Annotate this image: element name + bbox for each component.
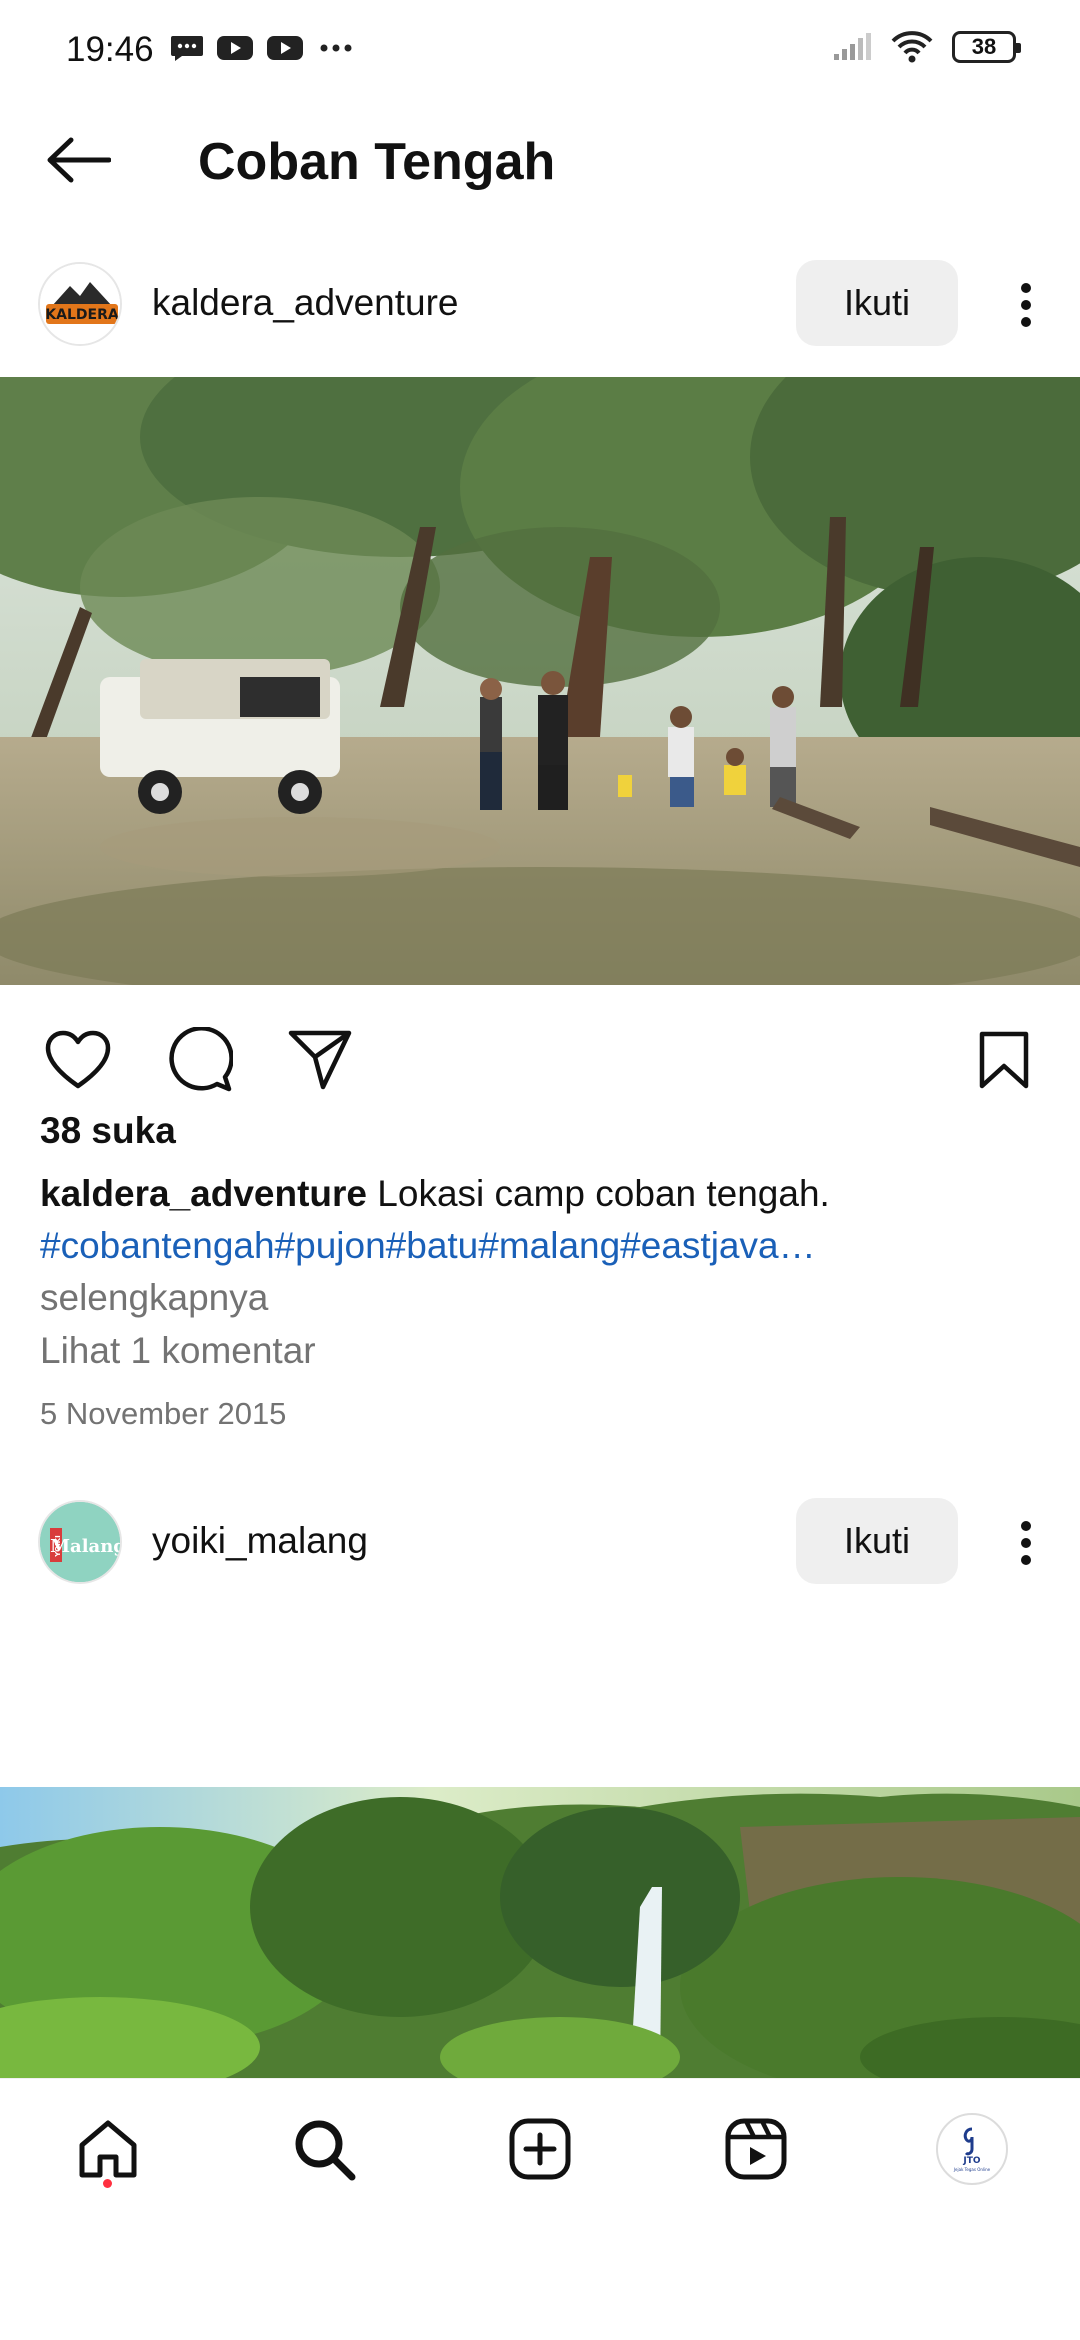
profile-avatar-text: JTO bbox=[962, 2156, 980, 2166]
share-icon bbox=[288, 1030, 352, 1090]
more-vertical-icon bbox=[1021, 1521, 1031, 1565]
nav-create[interactable] bbox=[500, 2109, 580, 2189]
back-button[interactable] bbox=[40, 130, 116, 190]
add-icon bbox=[509, 2118, 571, 2180]
more-options-button[interactable] bbox=[998, 1508, 1054, 1578]
nav-reels[interactable] bbox=[716, 2109, 796, 2189]
more-vertical-icon bbox=[1021, 283, 1031, 327]
home-notification-dot bbox=[103, 2179, 112, 2188]
home-icon bbox=[79, 2120, 137, 2178]
bookmark-icon bbox=[979, 1031, 1029, 1089]
post-date: 5 November 2015 bbox=[40, 1396, 287, 1431]
battery-level: 38 bbox=[971, 34, 997, 59]
nav-profile[interactable]: JTO Jejak Tegas Online bbox=[932, 2109, 1012, 2189]
search-icon bbox=[295, 2120, 356, 2181]
status-bar: 19:46 38 bbox=[0, 0, 1080, 100]
profile-avatar-subtext: Jejak Tegas Online bbox=[953, 2167, 991, 2172]
save-button[interactable] bbox=[964, 1020, 1044, 1100]
yoiki-malang-logo: YOIKI Malang bbox=[40, 1502, 122, 1582]
avatar[interactable]: KALDERA bbox=[38, 262, 122, 346]
kaldera-logo: KALDERA bbox=[40, 264, 120, 344]
avatar-logo-text: KALDERA bbox=[45, 307, 119, 323]
status-time: 19:46 bbox=[66, 30, 154, 69]
message-icon bbox=[171, 36, 203, 61]
avatar-logo-text: Malang bbox=[50, 1536, 122, 1557]
username[interactable]: yoiki_malang bbox=[152, 1520, 368, 1562]
avatar[interactable]: YOIKI Malang bbox=[38, 1500, 122, 1584]
view-comments-link[interactable]: Lihat 1 komentar bbox=[40, 1330, 316, 1372]
post-image[interactable] bbox=[0, 1787, 1080, 2078]
post-actions bbox=[0, 1010, 1080, 1110]
comment-button[interactable] bbox=[160, 1020, 240, 1100]
caption-username[interactable]: kaldera_adventure bbox=[40, 1173, 367, 1214]
status-system-icons: 38 bbox=[832, 30, 1021, 64]
more-options-button[interactable] bbox=[998, 270, 1054, 340]
caption-more-link[interactable]: selengkapnya bbox=[40, 1272, 1050, 1324]
nav-home[interactable] bbox=[68, 2109, 148, 2189]
back-arrow-icon bbox=[47, 137, 111, 183]
jto-logo: JTO Jejak Tegas Online bbox=[943, 2120, 1001, 2178]
youtube-icon bbox=[217, 36, 253, 60]
reels-icon bbox=[725, 2118, 787, 2180]
status-notification-icons bbox=[170, 34, 356, 62]
wifi-icon bbox=[891, 31, 933, 63]
follow-button[interactable]: Ikuti bbox=[796, 260, 958, 346]
heart-icon bbox=[45, 1030, 111, 1089]
waterfall-photo bbox=[0, 1787, 1080, 2078]
share-button[interactable] bbox=[280, 1020, 360, 1100]
nav-search[interactable] bbox=[284, 2109, 364, 2189]
signal-icon bbox=[834, 33, 871, 60]
post-caption: kaldera_adventure Lokasi camp coban teng… bbox=[40, 1168, 1050, 1324]
campsite-photo bbox=[0, 377, 1080, 985]
username[interactable]: kaldera_adventure bbox=[152, 282, 459, 324]
follow-button[interactable]: Ikuti bbox=[796, 1498, 958, 1584]
battery-indicator: 38 bbox=[952, 31, 1021, 63]
post-image[interactable] bbox=[0, 377, 1080, 985]
bottom-navigation: JTO Jejak Tegas Online bbox=[0, 2078, 1080, 2208]
comment-icon bbox=[169, 1027, 233, 1092]
caption-hashtags[interactable]: #cobantengah#pujon#batu#malang#eastjava… bbox=[40, 1220, 1050, 1272]
profile-avatar: JTO Jejak Tegas Online bbox=[936, 2113, 1008, 2185]
more-notifications-icon bbox=[320, 44, 352, 52]
caption-text: Lokasi camp coban tengah. bbox=[367, 1173, 830, 1214]
page-title: Coban Tengah bbox=[198, 133, 556, 191]
post-header: KALDERA kaldera_adventure Ikuti bbox=[0, 252, 1080, 362]
like-button[interactable] bbox=[38, 1020, 118, 1100]
likes-count[interactable]: 38 suka bbox=[40, 1110, 176, 1152]
top-bar: Coban Tengah bbox=[0, 110, 1080, 210]
post-header: YOIKI Malang yoiki_malang Ikuti bbox=[0, 1490, 1080, 1600]
youtube-icon bbox=[267, 36, 303, 60]
